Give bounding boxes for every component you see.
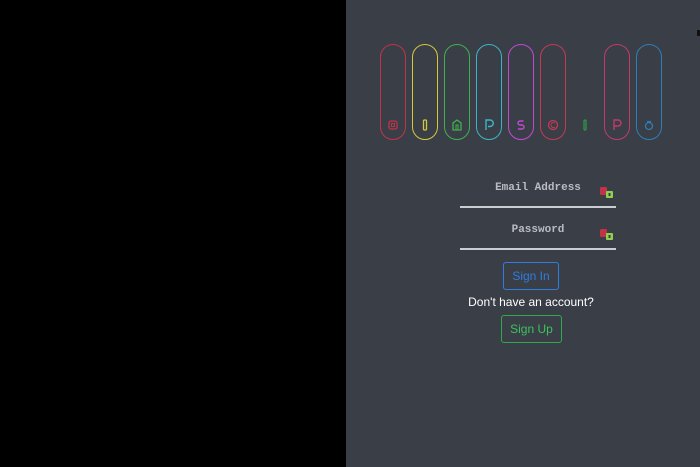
password-manager-icon[interactable] [600, 186, 614, 198]
p-icon [483, 119, 495, 131]
bar-icon [419, 119, 431, 131]
pill-c[interactable] [540, 44, 566, 140]
password-label: Password [511, 224, 565, 236]
pill-s[interactable] [508, 44, 534, 140]
s-icon [515, 119, 527, 131]
app-icon-row [380, 44, 665, 144]
line-icon [579, 119, 591, 131]
pill-house[interactable] [444, 44, 470, 140]
sign-in-button[interactable]: Sign In [503, 262, 559, 290]
left-black-pane [0, 0, 346, 467]
email-field[interactable]: Email Address [460, 176, 616, 208]
square-icon [387, 119, 399, 131]
password-field[interactable]: Password [460, 218, 616, 250]
c-icon [547, 119, 559, 131]
pill-p2[interactable] [604, 44, 630, 140]
signup-prompt: Don't have an account? [468, 295, 594, 309]
house-icon [451, 119, 463, 131]
pill-p[interactable] [476, 44, 502, 140]
sign-up-button[interactable]: Sign Up [501, 315, 562, 343]
pill-a[interactable] [636, 44, 662, 140]
password-manager-icon[interactable] [600, 228, 614, 240]
pill-bar[interactable] [412, 44, 438, 140]
email-label: Email Address [495, 182, 581, 194]
p2-icon [611, 119, 623, 131]
a-icon [643, 119, 655, 131]
pill-line[interactable] [572, 44, 598, 140]
pill-square[interactable] [380, 44, 406, 140]
